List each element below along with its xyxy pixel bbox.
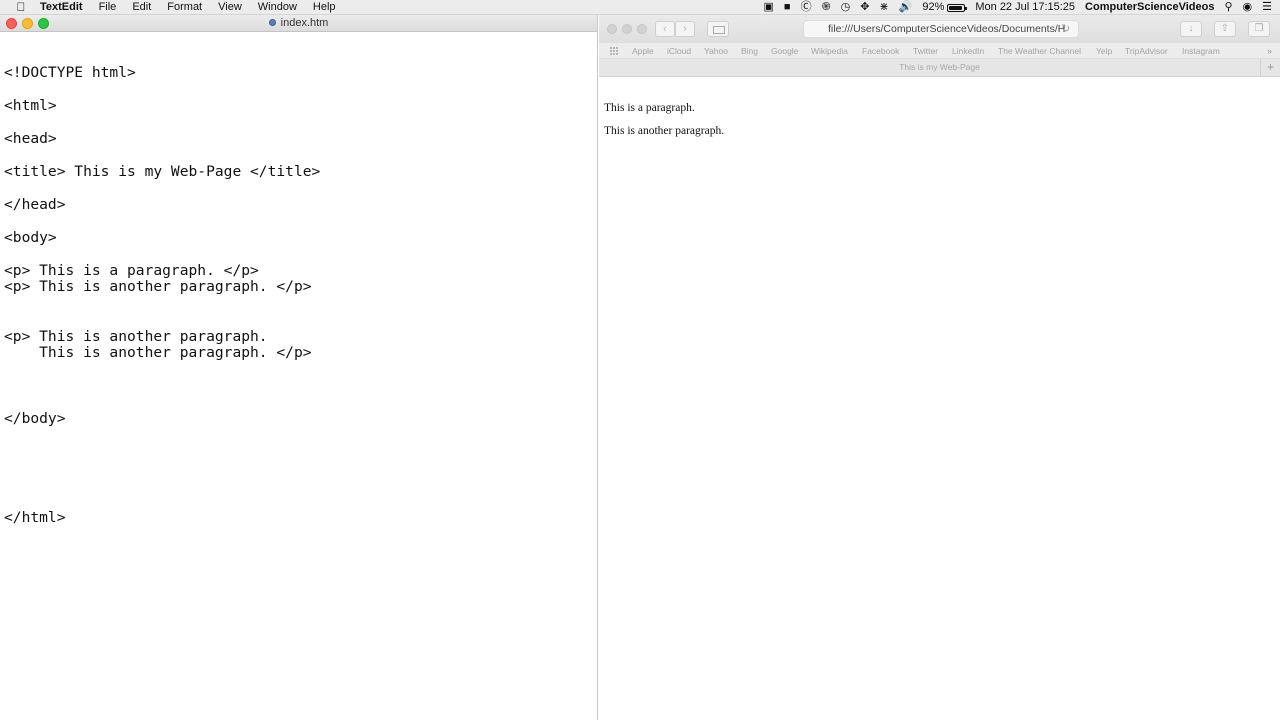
forward-button[interactable]: ›: [675, 21, 695, 37]
battery-status[interactable]: 92%: [922, 0, 968, 15]
favorite-link[interactable]: Instagram: [1182, 43, 1220, 59]
web-paragraph: This is a paragraph.: [604, 102, 695, 114]
spotlight-icon[interactable]: ⚲: [1224, 0, 1232, 15]
favorite-link[interactable]: Yelp: [1096, 43, 1112, 59]
favorite-link[interactable]: Facebook: [862, 43, 899, 59]
document-title: index.htm: [280, 17, 329, 29]
zoom-button[interactable]: [637, 24, 647, 34]
notification-icon[interactable]: ■: [784, 0, 791, 15]
safari-toolbar: ‹ › file:///Users/ComputerScienceVideos/…: [599, 15, 1280, 43]
share-icon[interactable]: ⇧: [1214, 21, 1236, 37]
battery-percent: 92%: [922, 1, 945, 13]
bluetooth-icon[interactable]: ֍: [822, 0, 831, 15]
code-line[interactable]: </body>: [4, 411, 66, 427]
clock[interactable]: Mon 22 Jul 17:15:25: [975, 0, 1075, 15]
move-icon[interactable]: ✥: [860, 0, 869, 15]
close-button[interactable]: [607, 24, 617, 34]
favorite-link[interactable]: TripAdvisor: [1125, 43, 1168, 59]
menu-file[interactable]: File: [99, 0, 117, 15]
code-line[interactable]: <body>: [4, 230, 57, 246]
reload-icon[interactable]: ↻: [1061, 22, 1070, 35]
favorite-link[interactable]: The Weather Channel: [998, 43, 1081, 59]
favorite-link[interactable]: Apple: [632, 43, 654, 59]
tab-title[interactable]: This is my Web-Page: [899, 62, 980, 72]
window-controls: [6, 18, 54, 29]
textedit-titlebar[interactable]: index.htm: [0, 15, 597, 32]
window-controls: [607, 24, 652, 34]
textedit-window: index.htm <!DOCTYPE html> <html> <head> …: [0, 15, 598, 720]
favorite-link[interactable]: Yahoo: [704, 43, 728, 59]
code-line[interactable]: <p> This is another paragraph.: [4, 329, 268, 345]
menu-window[interactable]: Window: [258, 0, 297, 15]
close-button[interactable]: [6, 18, 17, 29]
minimize-button[interactable]: [622, 24, 632, 34]
code-line[interactable]: <p> This is another paragraph. </p>: [4, 279, 312, 295]
document-icon: [268, 19, 276, 26]
back-button[interactable]: ‹: [655, 21, 675, 37]
user-menu[interactable]: ComputerScienceVideos: [1085, 0, 1214, 15]
skype-icon[interactable]: Ⓒ: [801, 0, 812, 15]
volume-icon[interactable]: 🔊: [899, 0, 913, 15]
favorite-link[interactable]: Wikipedia: [811, 43, 848, 59]
apple-menu-icon[interactable]: : [10, 0, 32, 15]
menu-bar:  TextEdit File Edit Format View Window …: [0, 0, 1280, 15]
web-paragraph: This is another paragraph.: [604, 125, 725, 137]
menu-format[interactable]: Format: [167, 0, 202, 15]
zoom-button[interactable]: [38, 18, 49, 29]
more-favorites-icon[interactable]: »: [1267, 43, 1272, 59]
tab-bar: This is my Web-Page +: [599, 59, 1280, 77]
code-line[interactable]: <title> This is my Web-Page </title>: [4, 164, 320, 180]
favorite-link[interactable]: Bing: [741, 43, 758, 59]
favorites-grid-icon[interactable]: [610, 47, 620, 55]
new-tab-icon[interactable]: +: [1260, 59, 1280, 76]
code-line[interactable]: </head>: [4, 197, 66, 213]
address-bar[interactable]: file:///Users/ComputerScienceVideos/Docu…: [803, 20, 1079, 38]
safari-window: ‹ › file:///Users/ComputerScienceVideos/…: [599, 15, 1280, 720]
navigation-buttons: ‹ ›: [655, 21, 695, 37]
battery-icon: [947, 3, 968, 12]
app-menu: TextEdit File Edit Format View Window He…: [32, 0, 352, 15]
menu-app-name[interactable]: TextEdit: [40, 0, 83, 15]
status-area: ▣ ■ Ⓒ ֍ ◷ ✥ ⋇ 🔊 92% Mon 22 Jul 17:15:25 …: [754, 0, 1272, 15]
time-machine-icon[interactable]: ◷: [841, 0, 851, 15]
favorite-link[interactable]: Google: [771, 43, 798, 59]
siri-icon[interactable]: ◉: [1243, 0, 1253, 15]
menu-view[interactable]: View: [218, 0, 242, 15]
notification-center-icon[interactable]: ☰: [1262, 0, 1272, 15]
code-line[interactable]: <html>: [4, 98, 57, 114]
menu-help[interactable]: Help: [313, 0, 336, 15]
code-line[interactable]: <p> This is a paragraph. </p>: [4, 263, 259, 279]
code-line[interactable]: This is another paragraph. </p>: [4, 345, 311, 361]
tabs-overview-icon[interactable]: ❐: [1248, 21, 1270, 37]
minimize-button[interactable]: [22, 18, 33, 29]
wifi-icon[interactable]: ⋇: [879, 0, 888, 15]
code-line[interactable]: <!DOCTYPE html>: [4, 65, 136, 81]
favorites-bar: Apple iCloud Yahoo Bing Google Wikipedia…: [599, 43, 1280, 59]
favorite-link[interactable]: iCloud: [667, 43, 691, 59]
sidebar-toggle-icon[interactable]: [707, 21, 729, 37]
favorite-link[interactable]: Twitter: [913, 43, 938, 59]
screen-record-icon[interactable]: ▣: [764, 0, 774, 15]
code-line[interactable]: </html>: [4, 510, 66, 526]
downloads-icon[interactable]: ↓: [1180, 21, 1202, 37]
code-line[interactable]: <head>: [4, 131, 57, 147]
menu-edit[interactable]: Edit: [132, 0, 151, 15]
favorite-link[interactable]: LinkedIn: [952, 43, 984, 59]
